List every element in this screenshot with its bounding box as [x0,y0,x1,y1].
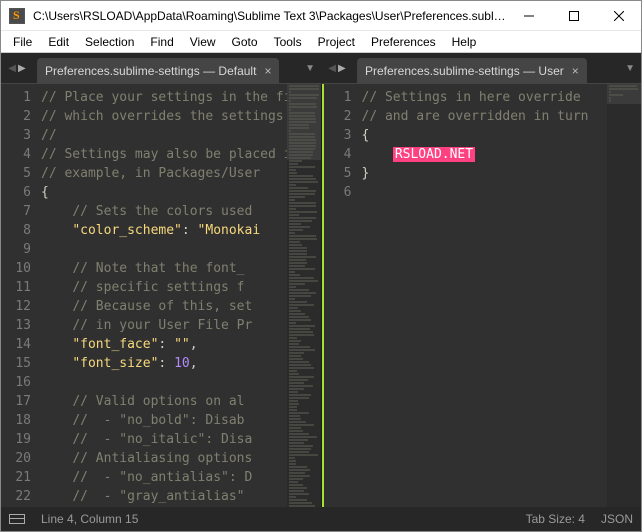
panel-toggle-icon[interactable] [9,514,25,524]
menu-tools[interactable]: Tools [266,32,310,52]
status-bar: Line 4, Column 15 Tab Size: 4 JSON [1,507,641,531]
right-code[interactable]: // Settings in here override// and are o… [360,84,608,507]
tab-overflow-icon[interactable]: ▼ [625,63,635,74]
right-gutter: 123456 [322,84,360,507]
status-syntax[interactable]: JSON [601,512,633,526]
right-tab[interactable]: Preferences.sublime-settings — User × [357,58,587,83]
status-cursor[interactable]: Line 4, Column 15 [41,512,138,526]
right-tabs: ◀ ▶ Preferences.sublime-settings — User … [321,53,641,83]
right-tab-title: Preferences.sublime-settings — User [365,64,564,78]
right-pane[interactable]: 123456 // Settings in here override// an… [321,83,642,507]
menu-goto[interactable]: Goto [224,32,266,52]
arrow-left-icon: ◀ [8,63,16,74]
left-code[interactable]: // Place your settings in the file// whi… [39,84,287,507]
minimize-button[interactable] [506,1,551,30]
app-icon [9,8,25,24]
window-title: C:\Users\RSLOAD\AppData\Roaming\Sublime … [33,9,506,23]
menu-find[interactable]: Find [142,32,181,52]
left-tab-title: Preferences.sublime-settings — Default [45,64,256,78]
arrow-left-icon: ◀ [328,63,336,74]
window-titlebar: C:\Users\RSLOAD\AppData\Roaming\Sublime … [1,1,641,31]
left-gutter: 1234567891011121314151617181920212223 [1,84,39,507]
menu-view[interactable]: View [182,32,224,52]
left-minimap[interactable] [287,84,321,507]
right-tab-nav[interactable]: ◀ ▶ [321,53,353,83]
close-button[interactable] [596,1,641,30]
menu-help[interactable]: Help [444,32,485,52]
right-tab-spacer: ▼ [589,53,641,83]
menu-bar: File Edit Selection Find View Goto Tools… [1,31,641,53]
menu-selection[interactable]: Selection [77,32,142,52]
left-tab-nav[interactable]: ◀ ▶ [1,53,33,83]
menu-file[interactable]: File [5,32,40,52]
left-pane[interactable]: 1234567891011121314151617181920212223 //… [1,83,321,507]
close-icon[interactable]: × [572,64,579,78]
tabs-row: ◀ ▶ Preferences.sublime-settings — Defau… [1,53,641,83]
panes: 1234567891011121314151617181920212223 //… [1,83,641,507]
left-tab[interactable]: Preferences.sublime-settings — Default × [37,58,279,83]
tab-overflow-icon[interactable]: ▼ [305,63,315,74]
active-indicator [322,84,324,507]
close-icon[interactable]: × [264,64,271,78]
status-tabsize[interactable]: Tab Size: 4 [526,512,585,526]
editor-area: ◀ ▶ Preferences.sublime-settings — Defau… [1,53,641,507]
left-tabs: ◀ ▶ Preferences.sublime-settings — Defau… [1,53,321,83]
arrow-right-icon: ▶ [18,63,26,74]
left-tab-spacer: ▼ [281,53,321,83]
right-minimap[interactable] [607,84,641,507]
menu-preferences[interactable]: Preferences [363,32,444,52]
menu-edit[interactable]: Edit [40,32,77,52]
menu-project[interactable]: Project [310,32,363,52]
maximize-button[interactable] [551,1,596,30]
window-controls [506,1,641,30]
arrow-right-icon: ▶ [338,63,346,74]
